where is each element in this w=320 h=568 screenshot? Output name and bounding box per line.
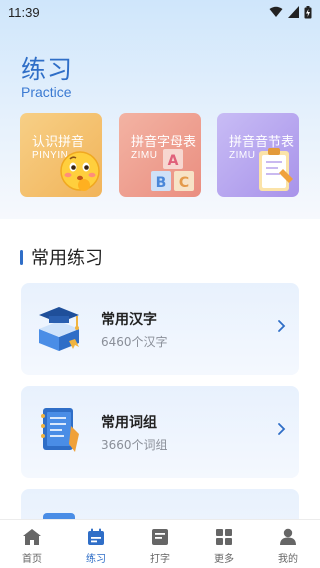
category-card-alphabet[interactable]: 拼音字母表 ZIMU A B C	[119, 113, 201, 197]
chevron-right-icon	[278, 423, 286, 435]
tab-mine[interactable]: 我的	[256, 520, 320, 568]
category-card-syllable[interactable]: 拼音音节表 ZIMU	[217, 113, 299, 197]
tab-practice[interactable]: 练习	[64, 520, 128, 568]
tab-typing[interactable]: 打字	[128, 520, 192, 568]
practice-name: 常用汉字	[101, 312, 157, 328]
bottom-tab-bar: 首页 练习 打字 更多 我的	[0, 519, 320, 568]
tab-home[interactable]: 首页	[0, 520, 64, 568]
practice-card-characters[interactable]: 常用汉字 6460个汉字	[21, 283, 299, 375]
chevron-right-icon	[278, 320, 286, 332]
signal-icon	[288, 6, 299, 18]
tab-label: 我的	[278, 554, 298, 565]
wifi-icon	[269, 6, 283, 17]
person-icon	[280, 528, 296, 545]
tab-label: 更多	[214, 554, 234, 565]
category-subtitle: ZIMU	[229, 150, 256, 161]
practice-count: 3660个词组	[101, 438, 168, 452]
status-time: 11:39	[8, 4, 40, 20]
tab-label: 首页	[22, 554, 42, 565]
svg-text:A: A	[168, 153, 179, 169]
section-header: 常用练习	[20, 244, 103, 270]
page-subtitle: Practice	[21, 84, 72, 100]
section-title: 常用练习	[31, 248, 103, 269]
abc-blocks-icon: A B C	[151, 149, 194, 191]
svg-text:B: B	[156, 175, 167, 191]
category-card-pinyin[interactable]: 认识拼音 PINYIN	[20, 113, 102, 197]
section-accent-bar	[20, 249, 23, 265]
page-title: 练习	[21, 55, 74, 84]
svg-text:C: C	[179, 175, 189, 191]
practice-name: 常用词组	[101, 415, 157, 431]
practice-count: 6460个汉字	[101, 335, 168, 349]
thinking-emoji-icon	[60, 151, 100, 191]
book-graduation-icon	[39, 307, 79, 351]
tab-label: 打字	[150, 554, 170, 565]
battery-icon	[304, 5, 312, 18]
tab-label: 练习	[86, 554, 106, 565]
category-carousel[interactable]: 认识拼音 PINYIN 拼音字母表 ZIMU A B C 拼音音节表 ZIMU	[0, 113, 320, 197]
clipboard-icon	[259, 148, 293, 191]
grid-icon	[216, 529, 232, 545]
practice-card-phrases[interactable]: 常用词组 3660个词组	[21, 386, 299, 478]
status-bar: 11:39	[0, 0, 320, 24]
home-icon	[23, 529, 41, 545]
tab-more[interactable]: 更多	[192, 520, 256, 568]
document-icon	[152, 529, 168, 545]
calendar-icon	[88, 528, 104, 545]
notebook-icon	[41, 408, 79, 452]
status-icons	[269, 5, 312, 19]
